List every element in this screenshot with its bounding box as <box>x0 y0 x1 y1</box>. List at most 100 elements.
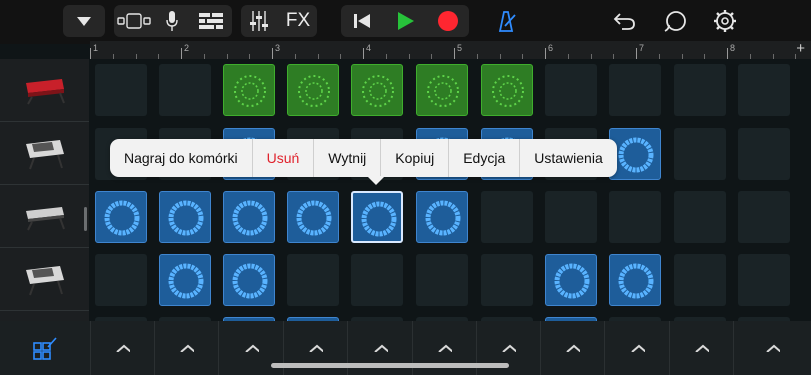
loop-cell[interactable] <box>609 128 661 180</box>
ruler-bar-number: 4 <box>366 43 372 53</box>
waveform-ring-icon <box>427 75 459 107</box>
loop-cell[interactable] <box>223 64 275 116</box>
loop-cell[interactable] <box>351 64 403 116</box>
chevron-up-icon <box>766 344 780 352</box>
column-trigger-button[interactable] <box>733 321 811 375</box>
column-trigger-button[interactable] <box>669 321 734 375</box>
top-toolbar: FX <box>0 0 811 44</box>
waveform-ring-icon <box>362 75 394 107</box>
transport-controls <box>341 5 469 37</box>
ruler-bar-number: 7 <box>639 43 645 53</box>
column-trigger-button[interactable] <box>154 321 219 375</box>
empty-cell[interactable] <box>674 254 726 306</box>
empty-cell[interactable] <box>738 64 790 116</box>
cell-context-menu: Nagraj do komórki Usuń Wytnij Kopiuj Edycja U… <box>110 139 617 177</box>
context-menu-item[interactable]: Nagraj do komórki <box>110 139 253 177</box>
track-header-1[interactable] <box>0 59 89 122</box>
waveform-ring-icon <box>298 75 330 107</box>
undo-icon[interactable] <box>610 5 640 37</box>
waveform-ring-icon <box>425 200 461 236</box>
resize-handle[interactable] <box>84 207 87 231</box>
empty-cell[interactable] <box>609 191 661 243</box>
empty-cell[interactable] <box>545 64 597 116</box>
loop-browser-icon[interactable] <box>660 5 692 37</box>
waveform-ring-icon <box>492 75 524 107</box>
loop-cell[interactable] <box>609 254 661 306</box>
chevron-up-icon <box>116 344 130 352</box>
empty-cell[interactable] <box>674 191 726 243</box>
loop-cell[interactable] <box>416 64 468 116</box>
track-header-5[interactable] <box>0 311 89 321</box>
ruler-bar-number: 5 <box>457 43 463 53</box>
keyboard-synth-red-icon <box>25 79 65 105</box>
loop-cell[interactable] <box>545 254 597 306</box>
track-header-3[interactable] <box>0 185 89 248</box>
ruler-bar-number: 1 <box>93 43 99 53</box>
empty-cell[interactable] <box>609 64 661 116</box>
empty-cell[interactable] <box>159 64 211 116</box>
loop-cell[interactable] <box>351 191 403 243</box>
empty-cell[interactable] <box>287 254 339 306</box>
empty-cell[interactable] <box>351 254 403 306</box>
menu-button[interactable] <box>63 5 105 37</box>
loop-cell[interactable] <box>223 191 275 243</box>
column-trigger-button[interactable] <box>90 321 155 375</box>
loop-cell[interactable] <box>287 191 339 243</box>
loop-cell[interactable] <box>159 254 211 306</box>
track-header-2[interactable] <box>0 122 89 185</box>
empty-cell[interactable] <box>95 254 147 306</box>
edit-grid-button[interactable] <box>0 321 89 375</box>
tracks-view-icon[interactable] <box>192 5 230 37</box>
column-trigger-button[interactable] <box>540 321 605 375</box>
timeline-ruler[interactable]: 1 2 3 4 5 6 7 8 + <box>90 40 811 59</box>
empty-cell[interactable] <box>738 191 790 243</box>
loop-cell[interactable] <box>159 191 211 243</box>
context-menu-item[interactable]: Kopiuj <box>381 139 450 177</box>
fx-button[interactable]: FX <box>281 5 315 37</box>
ruler-bar-tick <box>636 48 637 59</box>
mixer-icon[interactable] <box>243 5 275 37</box>
context-menu-item[interactable]: Edycja <box>449 139 521 177</box>
context-menu-pointer <box>367 176 385 185</box>
empty-cell[interactable] <box>481 254 533 306</box>
context-menu-item[interactable]: Wytnij <box>314 139 382 177</box>
chevron-up-icon <box>309 344 323 352</box>
ruler-bar-tick <box>90 48 91 59</box>
empty-cell[interactable] <box>738 254 790 306</box>
track-header-4[interactable] <box>0 248 89 311</box>
metronome-icon[interactable] <box>490 5 522 37</box>
settings-gear-icon[interactable] <box>709 5 741 37</box>
column-trigger-button[interactable] <box>604 321 670 375</box>
record-icon[interactable] <box>429 5 467 37</box>
empty-cell[interactable] <box>416 254 468 306</box>
view-controls <box>114 5 232 37</box>
empty-cell[interactable] <box>481 191 533 243</box>
ruler-bar-number: 2 <box>184 43 190 53</box>
empty-cell[interactable] <box>738 128 790 180</box>
play-icon[interactable] <box>385 5 425 37</box>
chevron-up-icon <box>438 344 452 352</box>
browser-view-icon[interactable] <box>114 5 154 37</box>
context-menu-item[interactable]: Usuń <box>253 139 315 177</box>
waveform-ring-icon <box>618 137 654 173</box>
chevron-up-icon <box>373 344 388 352</box>
empty-cell[interactable] <box>545 191 597 243</box>
empty-cell[interactable] <box>95 64 147 116</box>
loop-cell[interactable] <box>95 191 147 243</box>
ruler-bar-number: 3 <box>275 43 281 53</box>
keyboard-synth-white-icon <box>25 207 65 231</box>
chevron-up-icon <box>244 344 259 352</box>
waveform-ring-icon <box>234 75 266 107</box>
waveform-ring-icon <box>168 263 204 299</box>
loop-cell[interactable] <box>416 191 468 243</box>
context-menu-item[interactable]: Ustawienia <box>520 139 616 177</box>
microphone-icon[interactable] <box>158 5 186 37</box>
loop-cell[interactable] <box>223 254 275 306</box>
waveform-ring-icon <box>361 201 397 237</box>
loop-cell[interactable] <box>481 64 533 116</box>
loop-cell[interactable] <box>287 64 339 116</box>
rewind-icon[interactable] <box>343 5 381 37</box>
empty-cell[interactable] <box>674 64 726 116</box>
add-section-button[interactable]: + <box>796 40 805 57</box>
empty-cell[interactable] <box>674 128 726 180</box>
